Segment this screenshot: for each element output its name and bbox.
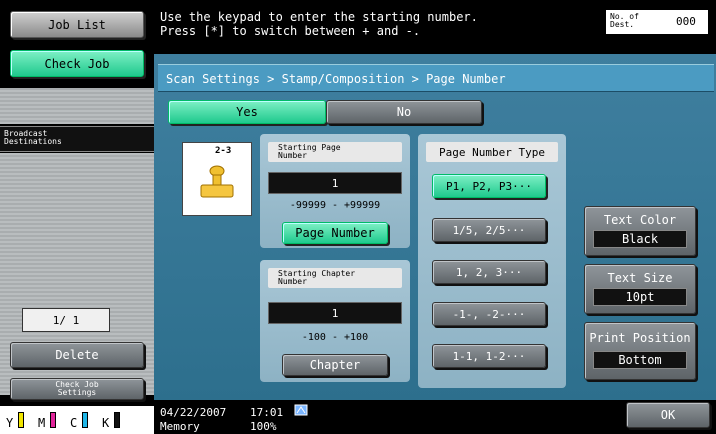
print-position-value: Bottom [593, 351, 687, 369]
toner-m-label: M [38, 416, 46, 430]
destination-count-value: 000 [676, 15, 696, 28]
text-color-label: Text Color [603, 213, 677, 227]
starting-chapter-panel: Starting Chapter Number 1 -100 - +100 Ch… [260, 260, 410, 382]
toner-k-label: K [102, 416, 110, 430]
toner-m-bar [50, 412, 56, 428]
preview-number: 2-3 [215, 146, 232, 156]
ok-button[interactable]: OK [626, 402, 710, 428]
toner-indicator: Y M C K [0, 406, 154, 434]
no-toggle-button[interactable]: No [326, 100, 482, 124]
message-bar: Use the keypad to enter the starting num… [154, 0, 716, 54]
starting-page-input[interactable]: 1 [268, 172, 402, 194]
starting-page-panel: Starting Page Number 1 -99999 - +99999 P… [260, 134, 410, 248]
message-line-1: Use the keypad to enter the starting num… [160, 10, 478, 24]
page-counter: 1/ 1 [22, 308, 110, 332]
toner-c-bar [82, 412, 88, 428]
starting-page-label: Starting Page Number [268, 142, 402, 162]
text-color-button[interactable]: Text Color Black [584, 206, 696, 256]
starting-page-range: -99999 - +99999 [289, 200, 381, 211]
toner-c-label: C [70, 416, 78, 430]
print-position-label: Print Position [589, 331, 691, 345]
print-position-button[interactable]: Print Position Bottom [584, 322, 696, 380]
starting-chapter-label: Starting Chapter Number [268, 268, 402, 288]
memory-value: 100% [250, 420, 277, 433]
left-panel: Job List Check Job Broadcast Destination… [0, 0, 154, 434]
chapter-button[interactable]: Chapter [282, 354, 388, 376]
text-size-value: 10pt [593, 288, 687, 306]
type-option-1-1-1-2[interactable]: 1-1, 1-2··· [432, 344, 546, 368]
starting-chapter-range: -100 - +100 [301, 332, 369, 343]
stamp-icon [200, 165, 234, 198]
starting-chapter-input[interactable]: 1 [268, 302, 402, 324]
text-size-label: Text Size [607, 271, 673, 285]
yes-toggle-button[interactable]: Yes [168, 100, 326, 124]
breadcrumb: Scan Settings > Stamp/Composition > Page… [158, 64, 714, 92]
type-option-dash[interactable]: -1-, -2-··· [432, 302, 546, 326]
broadcast-destinations-label: Broadcast Destinations [0, 126, 154, 152]
check-job-settings-button[interactable]: Check Job Settings [10, 378, 144, 400]
check-job-button[interactable]: Check Job [10, 50, 144, 77]
network-icon [294, 404, 308, 416]
type-option-1-5-2-5[interactable]: 1/5, 2/5··· [432, 218, 546, 242]
page-number-button[interactable]: Page Number [282, 222, 388, 244]
destination-count-box: No. of Dest. 000 [606, 10, 708, 34]
status-time: 17:01 [250, 406, 284, 419]
toner-y-bar [18, 412, 24, 428]
job-list-button[interactable]: Job List [10, 11, 144, 38]
text-size-button[interactable]: Text Size 10pt [584, 264, 696, 314]
text-color-value: Black [593, 230, 687, 248]
type-option-p1-p2-p3[interactable]: P1, P2, P3··· [432, 174, 546, 198]
page-number-type-panel: Page Number Type P1, P2, P3··· 1/5, 2/5·… [418, 134, 566, 388]
page-number-preview: 2-3 [182, 142, 252, 216]
memory-label: Memory [160, 420, 200, 433]
status-date: 04/22/2007 [160, 406, 227, 419]
status-bar: 04/22/2007 17:01 Memory 100% OK [154, 400, 716, 434]
toner-y-label: Y [6, 416, 14, 430]
toner-k-bar [114, 412, 120, 428]
left-stripe-area [0, 88, 154, 124]
message-line-2: Press [*] to switch between + and -. [160, 24, 421, 38]
page-number-type-title: Page Number Type [426, 142, 558, 162]
delete-button[interactable]: Delete [10, 342, 144, 368]
main-area: Scan Settings > Stamp/Composition > Page… [154, 54, 716, 400]
destination-count-label: No. of Dest. [610, 12, 639, 29]
type-option-1-2-3[interactable]: 1, 2, 3··· [432, 260, 546, 284]
